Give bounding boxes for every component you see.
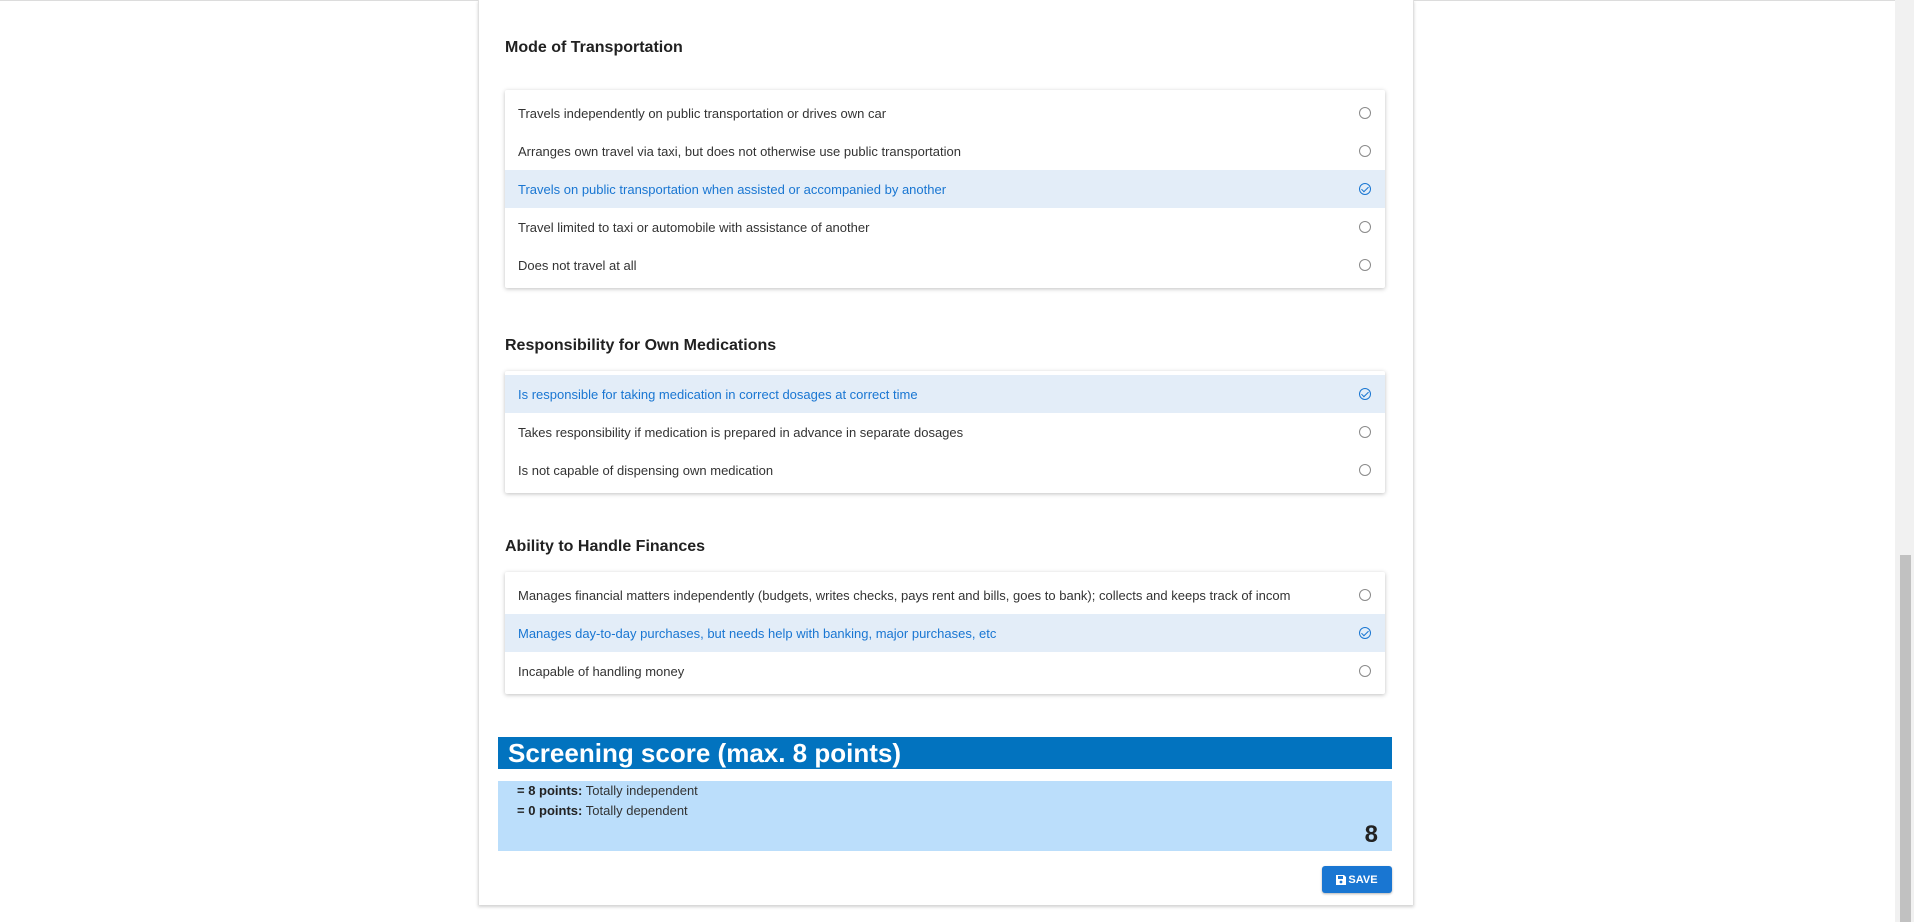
options-medications: Is responsible for taking medication in … bbox=[505, 371, 1385, 493]
radio-unchecked-icon[interactable] bbox=[1359, 107, 1371, 119]
option-label: Manages day-to-day purchases, but needs … bbox=[518, 625, 997, 641]
option-transport-3[interactable]: Travels on public transportation when as… bbox=[505, 170, 1385, 208]
score-legend-min: = 0 points: Totally dependent bbox=[517, 803, 688, 818]
scrollbar-thumb[interactable] bbox=[1900, 555, 1911, 922]
score-legend-max: = 8 points: Totally independent bbox=[517, 783, 698, 798]
score-legend-max-text: Totally independent bbox=[582, 783, 698, 798]
option-medication-2[interactable]: Takes responsibility if medication is pr… bbox=[505, 413, 1385, 451]
radio-checked-icon[interactable] bbox=[1359, 388, 1371, 400]
radio-unchecked-icon[interactable] bbox=[1359, 589, 1371, 601]
option-label: Does not travel at all bbox=[518, 257, 637, 273]
option-label: Travels independently on public transpor… bbox=[518, 105, 887, 121]
option-transport-1[interactable]: Travels independently on public transpor… bbox=[505, 94, 1385, 132]
option-label: Arranges own travel via taxi, but does n… bbox=[518, 143, 961, 159]
radio-unchecked-icon[interactable] bbox=[1359, 665, 1371, 677]
score-value: 8 bbox=[1364, 821, 1378, 848]
option-label: Incapable of handling money bbox=[518, 663, 685, 679]
score-legend-min-points: = 0 points: bbox=[517, 803, 583, 818]
radio-unchecked-icon[interactable] bbox=[1359, 259, 1371, 271]
option-label: Is responsible for taking medication in … bbox=[518, 386, 918, 402]
section-title-transportation: Mode of Transportation bbox=[505, 39, 683, 56]
options-transportation: Travels independently on public transpor… bbox=[505, 90, 1385, 288]
radio-unchecked-icon[interactable] bbox=[1359, 464, 1371, 476]
screening-score-box: = 8 points: Totally independent = 0 poin… bbox=[498, 781, 1392, 851]
save-button[interactable]: SAVE bbox=[1322, 866, 1392, 893]
option-finance-2[interactable]: Manages day-to-day purchases, but needs … bbox=[505, 614, 1385, 652]
option-finance-1[interactable]: Manages financial matters independently … bbox=[505, 576, 1385, 614]
score-legend-max-points: = 8 points: bbox=[517, 783, 583, 798]
option-transport-5[interactable]: Does not travel at all bbox=[505, 246, 1385, 284]
option-label: Manages financial matters independently … bbox=[518, 587, 1291, 603]
option-label: Takes responsibility if medication is pr… bbox=[518, 424, 964, 440]
radio-unchecked-icon[interactable] bbox=[1359, 426, 1371, 438]
option-label: Is not capable of dispensing own medicat… bbox=[518, 462, 774, 478]
option-transport-4[interactable]: Travel limited to taxi or automobile wit… bbox=[505, 208, 1385, 246]
options-finances: Manages financial matters independently … bbox=[505, 572, 1385, 694]
radio-unchecked-icon[interactable] bbox=[1359, 145, 1371, 157]
option-label: Travel limited to taxi or automobile wit… bbox=[518, 219, 870, 235]
radio-checked-icon[interactable] bbox=[1359, 183, 1371, 195]
screening-score-header: Screening score (max. 8 points) bbox=[498, 737, 1392, 769]
radio-checked-icon[interactable] bbox=[1359, 627, 1371, 639]
vertical-scrollbar[interactable] bbox=[1895, 0, 1914, 922]
floppy-disk-icon bbox=[1336, 874, 1347, 885]
option-transport-2[interactable]: Arranges own travel via taxi, but does n… bbox=[505, 132, 1385, 170]
save-button-label: SAVE bbox=[1348, 873, 1378, 886]
section-title-medications: Responsibility for Own Medications bbox=[505, 337, 777, 354]
option-label: Travels on public transportation when as… bbox=[518, 181, 947, 197]
radio-unchecked-icon[interactable] bbox=[1359, 221, 1371, 233]
option-medication-1[interactable]: Is responsible for taking medication in … bbox=[505, 375, 1385, 413]
score-legend-min-text: Totally dependent bbox=[582, 803, 688, 818]
section-title-finances: Ability to Handle Finances bbox=[505, 538, 706, 555]
option-medication-3[interactable]: Is not capable of dispensing own medicat… bbox=[505, 451, 1385, 489]
option-finance-3[interactable]: Incapable of handling money bbox=[505, 652, 1385, 690]
